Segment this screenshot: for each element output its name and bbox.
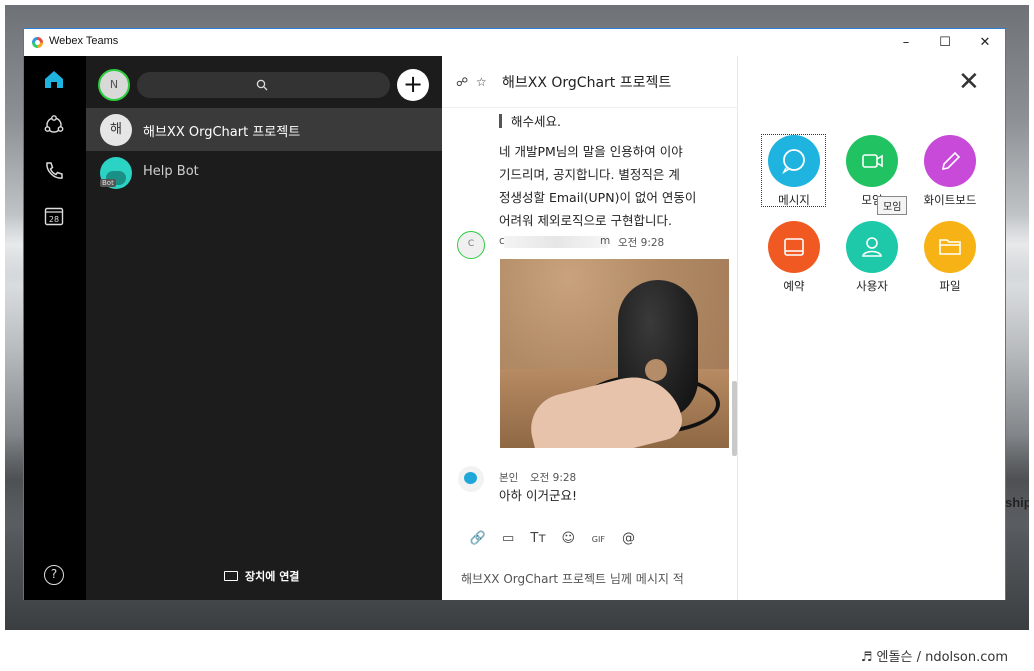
my-message-avatar: [458, 466, 484, 492]
message-line: 정생성할 Email(UPN)이 없어 연동이: [499, 190, 697, 205]
cast-icon: [224, 571, 238, 581]
space-item-help-bot[interactable]: Bot Help Bot: [86, 151, 442, 194]
space-name: 해브XX OrgChart 프로젝트: [143, 125, 301, 140]
action-people[interactable]: 사용자: [839, 221, 905, 294]
chat-scrollbar[interactable]: [732, 381, 737, 456]
space-name: Help Bot: [143, 164, 199, 179]
bot-badge: Bot: [100, 179, 116, 187]
new-activity-panel: ✕ 메시지 모임 화이트보드 예약 사용자 파일 모임: [738, 56, 1005, 600]
background-text: ship: [1005, 495, 1029, 510]
my-avatar[interactable]: N: [98, 69, 130, 101]
chat-bubble-icon: [768, 135, 820, 187]
minimize-button[interactable]: –: [886, 29, 926, 56]
chat-area: ☍ ☆ 해브XX OrgChart 프로젝트 해수세요. 네 개발PM님의 말을…: [442, 56, 738, 600]
teams-icon[interactable]: [41, 114, 67, 140]
space-avatar: 해: [100, 114, 132, 146]
close-panel-button[interactable]: ✕: [958, 67, 980, 97]
screenshot-icon[interactable]: ▭: [498, 531, 518, 546]
help-icon[interactable]: ?: [41, 565, 67, 591]
space-list-panel: N + 해 해브XX OrgChart 프로젝트 Bot Help Bot 장치…: [86, 56, 442, 600]
add-space-button[interactable]: +: [397, 69, 429, 101]
sender-name-end: m: [600, 235, 611, 247]
action-label: 메시지: [778, 193, 810, 207]
message-composer-input[interactable]: 해브XX OrgChart 프로젝트 님께 메시지 적: [461, 570, 684, 587]
message-line: 네 개발PM님의 말을 인용하여 이야: [499, 144, 683, 159]
pencil-icon: [924, 135, 976, 187]
emoji-icon[interactable]: ☺: [558, 531, 578, 546]
calendar-day-number: 28: [49, 215, 59, 224]
action-label: 사용자: [856, 279, 888, 293]
action-whiteboard[interactable]: 화이트보드: [917, 135, 983, 208]
connect-device-button[interactable]: 장치에 연결: [224, 568, 299, 584]
watermark-credit: ♬ 엔돌슨 / ndolson.com: [860, 650, 1008, 665]
action-label: 화이트보드: [923, 193, 977, 207]
space-info-icon[interactable]: ☍: [456, 75, 468, 89]
shared-photo[interactable]: [500, 259, 729, 448]
message-time: 오전 9:28: [530, 472, 577, 484]
search-icon: [256, 79, 268, 91]
gif-icon[interactable]: GIF: [588, 535, 608, 544]
home-icon[interactable]: [41, 68, 67, 94]
phone-icon[interactable]: [41, 160, 67, 186]
composer-toolbar: 🔗 ▭ Tт ☺ GIF @: [468, 527, 643, 546]
chat-header: ☍ ☆ 해브XX OrgChart 프로젝트: [442, 56, 738, 108]
folder-icon: [924, 221, 976, 273]
sender-avatar[interactable]: C: [457, 231, 485, 259]
meet-tooltip: 모임: [877, 196, 908, 215]
sender-name: 본인: [499, 472, 519, 484]
window-title: Webex Teams: [49, 35, 119, 47]
chat-title: 해브XX OrgChart 프로젝트: [502, 75, 672, 91]
video-camera-icon: [846, 135, 898, 187]
nav-rail: 28 ?: [24, 56, 86, 600]
action-label: 파일: [939, 279, 961, 293]
quote-bar: [499, 114, 502, 128]
message-line: 기드리며, 공지합니다. 별정직은 계: [499, 167, 680, 182]
blurred-sender-name: [504, 236, 608, 248]
close-window-button[interactable]: ✕: [965, 29, 1005, 56]
person-icon: [846, 221, 898, 273]
message-line: 어려워 제외로직으로 구현합니다.: [499, 213, 672, 228]
action-files[interactable]: 파일: [917, 221, 983, 294]
calendar-icon[interactable]: 28: [41, 205, 67, 231]
action-schedule[interactable]: 예약: [761, 221, 827, 294]
maximize-button[interactable]: ☐: [925, 29, 965, 56]
favorite-star-icon[interactable]: ☆: [476, 75, 487, 89]
calendar-icon: [768, 221, 820, 273]
action-message[interactable]: 메시지: [761, 135, 827, 208]
text-format-icon[interactable]: Tт: [528, 531, 548, 546]
app-window: Webex Teams – ☐ ✕ 28 ? N + 해 해브XX OrgCha…: [23, 28, 1006, 600]
action-label: 예약: [783, 279, 805, 293]
space-item-orgchart[interactable]: 해 해브XX OrgChart 프로젝트: [86, 108, 442, 151]
message-text: 아하 이거군요!: [499, 488, 577, 503]
attach-icon[interactable]: 🔗: [468, 531, 488, 546]
webex-logo-icon: [32, 37, 43, 48]
quoted-text: 해수세요.: [511, 114, 561, 129]
search-input[interactable]: [137, 72, 390, 98]
message-time: 오전 9:28: [618, 237, 665, 249]
mention-icon[interactable]: @: [618, 531, 638, 546]
title-bar: Webex Teams – ☐ ✕: [24, 29, 1005, 56]
